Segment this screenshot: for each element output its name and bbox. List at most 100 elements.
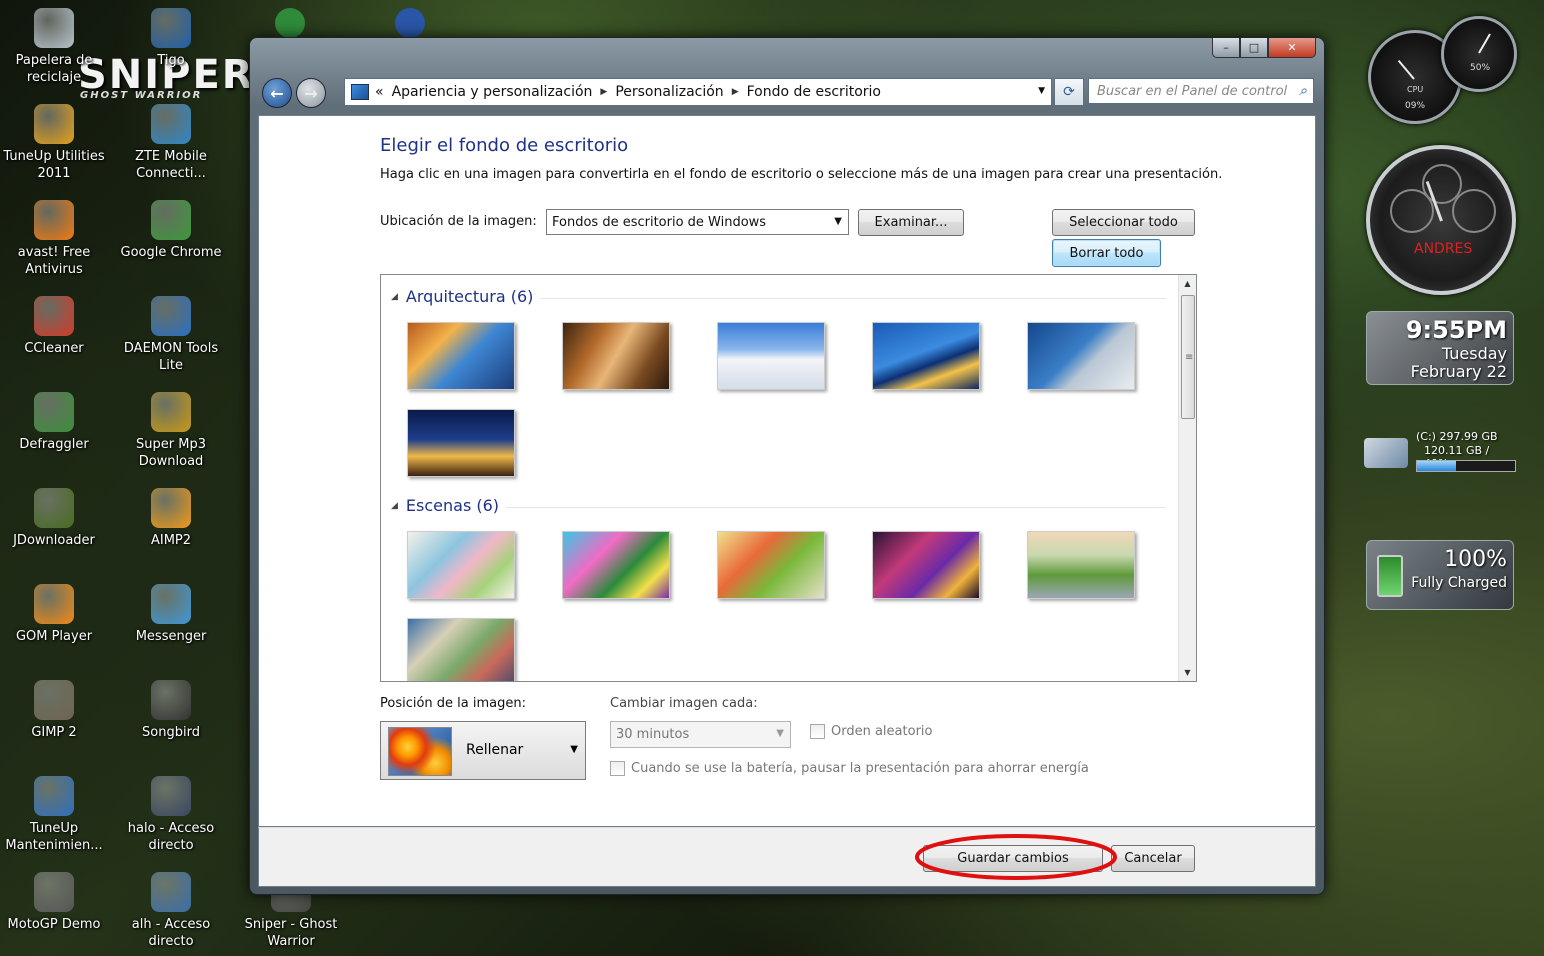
chevron-down-icon: ▼ bbox=[776, 728, 784, 739]
drive-label: (C:) 297.99 GB bbox=[1416, 430, 1498, 443]
desktop-icon-label: Messenger bbox=[135, 629, 207, 644]
wallpaper-thumbnail[interactable] bbox=[407, 618, 515, 681]
desktop-icon[interactable]: Papelera de reciclaje bbox=[0, 8, 110, 86]
refresh-button[interactable]: ⟳ bbox=[1054, 78, 1084, 106]
drive-meter-gadget[interactable]: (C:) 297.99 GB 120.11 GB / 40% bbox=[1364, 428, 1516, 476]
datetime-gadget[interactable]: 9:55PM Tuesday February 22 bbox=[1366, 311, 1514, 385]
desktop-icon[interactable]: ZTE Mobile Connecti... bbox=[115, 104, 227, 182]
desktop-icon-label: TuneUp Utilities 2011 bbox=[3, 149, 105, 181]
maximize-button[interactable]: □ bbox=[1240, 38, 1268, 58]
desktop-icon[interactable]: AIMP2 bbox=[115, 488, 227, 549]
desktop-icon-label: Sniper - Ghost Warrior bbox=[244, 917, 338, 949]
scrollbar-thumb[interactable]: ≡ bbox=[1181, 295, 1195, 419]
vertical-scrollbar[interactable]: ▲ ≡ ▼ bbox=[1178, 275, 1196, 681]
desktop-icon[interactable]: Super Mp3 Download bbox=[115, 392, 227, 470]
desktop-icon[interactable]: avast! Free Antivirus bbox=[0, 200, 110, 278]
clear-all-button[interactable]: Borrar todo bbox=[1052, 239, 1161, 267]
group-header-architecture[interactable]: ◢ Arquitectura (6) bbox=[391, 287, 533, 306]
cancel-button[interactable]: Cancelar bbox=[1111, 845, 1195, 872]
interval-select[interactable]: 30 minutos ▼ bbox=[610, 721, 791, 748]
breadcrumb-item-personalization[interactable]: Personalización bbox=[615, 84, 723, 100]
wallpaper-thumbnail[interactable] bbox=[1027, 531, 1135, 599]
dialog-footer: Guardar cambios Cancelar bbox=[258, 827, 1316, 887]
desktop-icon[interactable]: Google Chrome bbox=[115, 200, 227, 261]
desktop-icon[interactable]: MotoGP Demo bbox=[0, 872, 110, 933]
breadcrumb-item-appearance[interactable]: Apariencia y personalización bbox=[392, 84, 593, 100]
messenger-icon bbox=[151, 584, 191, 624]
drive-usage-fill bbox=[1417, 461, 1457, 471]
desktop-icon[interactable]: TuneUp Utilities 2011 bbox=[0, 104, 110, 182]
interval-value: 30 minutos bbox=[616, 727, 690, 742]
battery-pause-checkbox[interactable]: Cuando se use la batería, pausar la pres… bbox=[610, 761, 1089, 776]
checkbox-box[interactable] bbox=[610, 761, 625, 776]
browse-button[interactable]: Examinar... bbox=[858, 209, 964, 236]
select-all-button[interactable]: Seleccionar todo bbox=[1052, 209, 1195, 236]
desktop-icon-label: halo - Acceso directo bbox=[127, 821, 215, 853]
wallpaper-thumbnail[interactable] bbox=[872, 531, 980, 599]
desktop-icon[interactable]: GOM Player bbox=[0, 584, 110, 645]
memory-meter-gadget[interactable]: 50% bbox=[1441, 16, 1517, 92]
back-button[interactable]: ← bbox=[262, 78, 292, 108]
search-input[interactable]: Buscar en el Panel de control ⌕ bbox=[1088, 78, 1314, 104]
scroll-down-icon[interactable]: ▼ bbox=[1179, 664, 1196, 681]
desktop-icon-label: DAEMON Tools Lite bbox=[123, 341, 219, 373]
close-button[interactable]: ✕ bbox=[1268, 38, 1316, 58]
address-bar[interactable]: « Apariencia y personalización ▶ Persona… bbox=[344, 78, 1052, 106]
clock-gadget[interactable]: ANDRES bbox=[1366, 145, 1516, 295]
battery-percent: 100% bbox=[1444, 547, 1507, 572]
wallpaper-thumbnail[interactable] bbox=[562, 531, 670, 599]
search-icon[interactable]: ⌕ bbox=[1299, 83, 1307, 99]
scroll-up-icon[interactable]: ▲ bbox=[1179, 275, 1196, 292]
desktop-icon-label: Super Mp3 Download bbox=[136, 437, 206, 469]
gauge-needle bbox=[1397, 59, 1415, 80]
group-header-scenes[interactable]: ◢ Escenas (6) bbox=[391, 496, 499, 515]
shuffle-label: Orden aleatorio bbox=[831, 724, 933, 739]
day-text: Tuesday bbox=[1441, 344, 1507, 363]
checkbox-box[interactable] bbox=[810, 724, 825, 739]
group-divider bbox=[506, 507, 1166, 508]
clock-subdial bbox=[1452, 189, 1496, 233]
wallpaper-thumbnail[interactable] bbox=[407, 322, 515, 390]
desktop-icon[interactable]: JDownloader bbox=[0, 488, 110, 549]
desktop-icon[interactable]: Defraggler bbox=[0, 392, 110, 453]
location-select[interactable]: Fondos de escritorio de Windows ▼ bbox=[546, 209, 849, 235]
content-area: Elegir el fondo de escritorio Haga clic … bbox=[258, 115, 1316, 827]
minimize-button[interactable]: – bbox=[1212, 38, 1240, 58]
address-dropdown-icon[interactable]: ▼ bbox=[1038, 86, 1045, 96]
desktop-icon-label: Google Chrome bbox=[120, 245, 222, 260]
collapse-icon[interactable]: ◢ bbox=[391, 292, 398, 302]
forward-button[interactable]: → bbox=[296, 78, 326, 108]
battery-gadget[interactable]: 100% Fully Charged bbox=[1366, 540, 1514, 610]
wallpaper-thumbnail[interactable] bbox=[872, 322, 980, 390]
wallpaper-thumbnail[interactable] bbox=[407, 409, 515, 477]
control-panel-window: – □ ✕ ← → « Apariencia y personalización… bbox=[249, 37, 1325, 895]
desktop-icon[interactable]: DAEMON Tools Lite bbox=[115, 296, 227, 374]
desktop-icon[interactable]: Songbird bbox=[115, 680, 227, 741]
breadcrumb-separator-icon[interactable]: ▶ bbox=[600, 87, 607, 97]
desktop-icon[interactable]: alh - Acceso directo bbox=[115, 872, 227, 950]
refresh-icon: ⟳ bbox=[1063, 84, 1075, 100]
collapse-icon[interactable]: ◢ bbox=[391, 501, 398, 511]
breadcrumb-item-background[interactable]: Fondo de escritorio bbox=[747, 84, 881, 100]
desktop-icon[interactable]: TuneUp Mantenimien... bbox=[0, 776, 110, 854]
tuneup-maintenance-icon bbox=[34, 776, 74, 816]
desktop-icon[interactable]: halo - Acceso directo bbox=[115, 776, 227, 854]
desktop-icon[interactable]: CCleaner bbox=[0, 296, 110, 357]
wallpaper-thumbnail[interactable] bbox=[562, 322, 670, 390]
breadcrumb-overflow[interactable]: « bbox=[375, 84, 384, 100]
desktop-icon[interactable]: Tigo bbox=[115, 8, 227, 69]
desktop-icon-label: AIMP2 bbox=[150, 533, 192, 548]
wallpaper-thumbnail[interactable] bbox=[1027, 322, 1135, 390]
shuffle-checkbox[interactable]: Orden aleatorio bbox=[810, 724, 932, 739]
desktop-icon[interactable]: GIMP 2 bbox=[0, 680, 110, 741]
breadcrumb-separator-icon[interactable]: ▶ bbox=[732, 87, 739, 97]
position-value: Rellenar bbox=[466, 742, 524, 758]
desktop-icon[interactable]: Messenger bbox=[115, 584, 227, 645]
clock-name: ANDRES bbox=[1414, 241, 1473, 257]
desktop-icon-label: ZTE Mobile Connecti... bbox=[135, 149, 207, 181]
position-preview-image bbox=[388, 727, 452, 776]
wallpaper-thumbnail[interactable] bbox=[717, 322, 825, 390]
wallpaper-thumbnail[interactable] bbox=[407, 531, 515, 599]
wallpaper-thumbnail[interactable] bbox=[717, 531, 825, 599]
position-select[interactable]: Rellenar ▼ bbox=[380, 721, 586, 780]
